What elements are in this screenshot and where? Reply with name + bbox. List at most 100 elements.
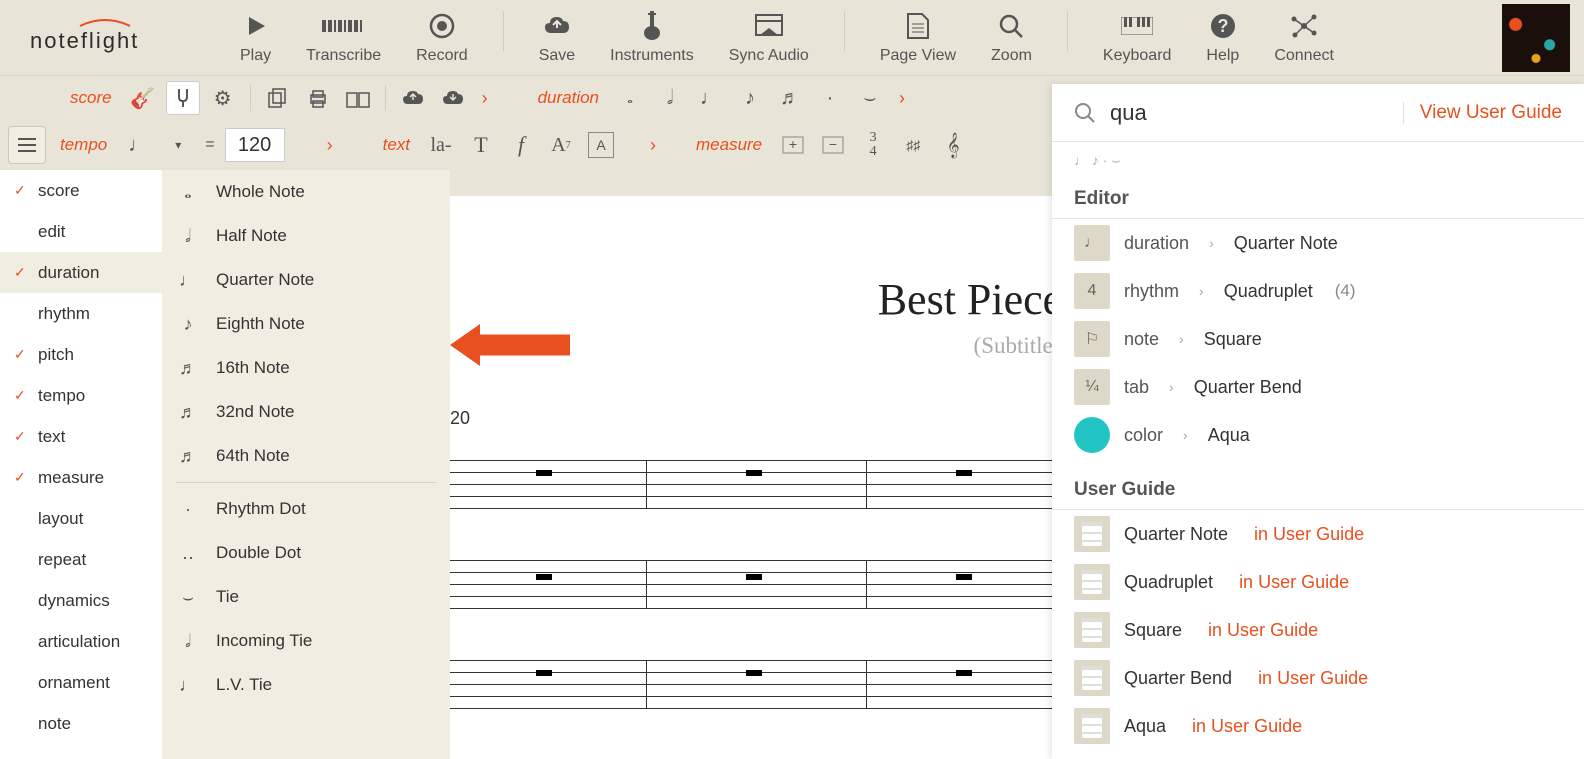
duration-item-double-dot[interactable]: ‥Double Dot <box>162 531 450 575</box>
cloud-upload-icon[interactable] <box>396 81 430 115</box>
chevron-right-icon[interactable]: › <box>644 135 662 156</box>
tie-icon[interactable]: ⌣ <box>853 81 887 115</box>
instruments-button[interactable]: Instruments <box>610 11 694 65</box>
rehearsal-icon[interactable]: A <box>584 128 618 162</box>
sixteenth-note-icon[interactable]: ♬ <box>773 81 807 115</box>
duration-item-incoming-tie[interactable]: 𝅗𝅥Incoming Tie <box>162 619 450 663</box>
guide-result-aqua[interactable]: Aquain User Guide <box>1052 702 1584 750</box>
svg-text:noteflight: noteflight <box>30 28 139 53</box>
category-label: layout <box>38 509 83 529</box>
category-item-repeat[interactable]: repeat <box>0 539 162 580</box>
sync-audio-button[interactable]: Sync Audio <box>729 11 809 65</box>
category-item-score[interactable]: ✓score <box>0 170 162 211</box>
lyrics-icon[interactable]: la- <box>424 128 458 162</box>
gear-icon[interactable]: ⚙ <box>206 81 240 115</box>
search-result-quarter-bend[interactable]: ¼tab›Quarter Bend <box>1052 363 1584 411</box>
whole-note-icon[interactable]: 𝅝 <box>613 81 647 115</box>
dot-icon[interactable]: · <box>813 81 847 115</box>
category-item-duration[interactable]: ✓duration <box>0 252 162 293</box>
check-icon: ✓ <box>14 182 28 199</box>
search-result-aqua[interactable]: color›Aqua <box>1052 411 1584 459</box>
text-icon[interactable]: T <box>464 128 498 162</box>
search-input[interactable] <box>1110 100 1403 126</box>
duration-item-rhythm-dot[interactable]: ·Rhythm Dot <box>162 487 450 531</box>
search-result-quarter-note[interactable]: ♩duration›Quarter Note <box>1052 219 1584 267</box>
chevron-right-icon[interactable]: › <box>321 135 339 156</box>
cloud-download-icon[interactable] <box>436 81 470 115</box>
quarter-note-icon[interactable]: ♩ <box>693 81 727 115</box>
help-button[interactable]: ? Help <box>1206 11 1239 65</box>
note-icon[interactable]: ♩ <box>121 128 155 162</box>
chevron-right-icon[interactable]: › <box>893 88 911 109</box>
hamburger-menu-button[interactable] <box>8 126 46 164</box>
duration-item-16th-note[interactable]: ♬16th Note <box>162 346 450 390</box>
add-measure-icon[interactable]: + <box>776 128 810 162</box>
instruments-icon <box>641 11 663 41</box>
dynamics-icon[interactable]: f <box>504 128 538 162</box>
category-item-tempo[interactable]: ✓tempo <box>0 375 162 416</box>
parts-icon[interactable] <box>341 81 375 115</box>
category-item-rhythm[interactable]: rhythm <box>0 293 162 334</box>
category-item-layout[interactable]: layout <box>0 498 162 539</box>
category-item-text[interactable]: ✓text <box>0 416 162 457</box>
category-item-articulation[interactable]: articulation <box>0 621 162 662</box>
half-note-icon[interactable]: 𝅗𝅥 <box>653 81 687 115</box>
play-icon <box>245 11 267 41</box>
category-label: pitch <box>38 345 74 365</box>
search-result-quadruplet[interactable]: 4rhythm›Quadruplet(4) <box>1052 267 1584 315</box>
duration-label: 16th Note <box>216 358 290 378</box>
guide-suffix: in User Guide <box>1239 572 1349 593</box>
duration-item-tie[interactable]: ⌣Tie <box>162 575 450 619</box>
category-item-pitch[interactable]: ✓pitch <box>0 334 162 375</box>
play-button[interactable]: Play <box>240 11 271 65</box>
measure-label: measure <box>688 135 770 155</box>
key-sig-icon[interactable]: ♯♯ <box>896 128 930 162</box>
connect-button[interactable]: Connect <box>1274 11 1334 65</box>
save-button[interactable]: Save <box>539 11 575 65</box>
duration-item-l.v.-tie[interactable]: ♩L.V. Tie <box>162 663 450 707</box>
record-icon <box>429 11 455 41</box>
category-item-note[interactable]: note <box>0 703 162 744</box>
guide-result-square[interactable]: Squarein User Guide <box>1052 606 1584 654</box>
dropdown-icon[interactable]: ▾ <box>161 128 195 162</box>
category-item-ornament[interactable]: ornament <box>0 662 162 703</box>
time-sig-icon[interactable]: 34 <box>856 128 890 162</box>
tuning-fork-icon[interactable] <box>166 81 200 115</box>
search-result-square[interactable]: ⚐note›Square <box>1052 315 1584 363</box>
duration-item-half-note[interactable]: 𝅗𝅥Half Note <box>162 214 450 258</box>
duration-item-eighth-note[interactable]: ♪Eighth Note <box>162 302 450 346</box>
guide-result-quadruplet[interactable]: Quadrupletin User Guide <box>1052 558 1584 606</box>
category-label: rhythm <box>38 304 90 324</box>
editor-section-header: Editor <box>1052 178 1584 219</box>
transcribe-button[interactable]: Transcribe <box>306 11 381 65</box>
category-label: text <box>38 427 65 447</box>
category-item-measure[interactable]: ✓measure <box>0 457 162 498</box>
eighth-note-icon[interactable]: ♪ <box>733 81 767 115</box>
duration-item-32nd-note[interactable]: ♬32nd Note <box>162 390 450 434</box>
keyboard-button[interactable]: Keyboard <box>1103 11 1172 65</box>
chord-icon[interactable]: A7 <box>544 128 578 162</box>
tempo-input[interactable] <box>225 128 285 162</box>
page-view-button[interactable]: Page View <box>880 11 956 65</box>
guide-result-quarter-note[interactable]: Quarter Notein User Guide <box>1052 510 1584 558</box>
print-icon[interactable] <box>301 81 335 115</box>
result-icon <box>1074 417 1110 453</box>
result-category: rhythm <box>1124 281 1179 302</box>
guide-result-quarter-bend[interactable]: Quarter Bendin User Guide <box>1052 654 1584 702</box>
duration-item-quarter-note[interactable]: ♩Quarter Note <box>162 258 450 302</box>
clef-icon[interactable]: 𝄞 <box>936 128 970 162</box>
remove-measure-icon[interactable]: − <box>816 128 850 162</box>
chevron-right-icon[interactable]: › <box>476 88 494 109</box>
zoom-button[interactable]: Zoom <box>991 11 1032 65</box>
category-item-edit[interactable]: edit <box>0 211 162 252</box>
page-view-icon <box>906 11 930 41</box>
guitar-icon[interactable]: 🎸 <box>126 81 160 115</box>
duration-item-64th-note[interactable]: ♬64th Note <box>162 434 450 478</box>
logo[interactable]: noteflight <box>10 18 210 58</box>
record-button[interactable]: Record <box>416 11 468 65</box>
avatar[interactable] <box>1502 4 1570 72</box>
duration-item-whole-note[interactable]: 𝅝Whole Note <box>162 170 450 214</box>
category-item-dynamics[interactable]: dynamics <box>0 580 162 621</box>
copy-icon[interactable] <box>261 81 295 115</box>
view-user-guide-link[interactable]: View User Guide <box>1403 102 1562 124</box>
